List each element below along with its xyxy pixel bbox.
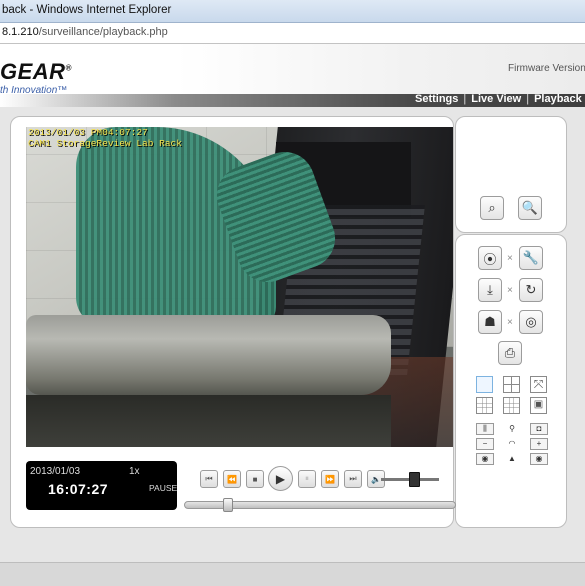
equalizer-icon[interactable]: ⫼ [476, 423, 494, 435]
focus-near-icon[interactable]: ◉ [476, 453, 494, 465]
gauge-icon[interactable]: ◠ [503, 438, 521, 450]
layout-custom-icon[interactable]: ▣ [530, 397, 547, 414]
zoom-search-icon: 🔍 [521, 200, 539, 215]
video-pillar-base [26, 395, 391, 447]
fullscreen-icon[interactable]: ⤧ [530, 376, 547, 393]
download-button[interactable]: ⤓ [478, 278, 502, 302]
playback-state: PAUSE [149, 483, 178, 493]
triangle-icon[interactable]: ▲ [503, 453, 521, 465]
playback-date: 2013/01/03 [30, 466, 81, 477]
nav-separator: | [463, 93, 467, 105]
wrench-button[interactable]: 🔧 [519, 246, 543, 270]
address-host: 8.1.210 [2, 26, 39, 38]
reel-icon: ⦿ [483, 251, 497, 267]
logo-text: GEAR [0, 59, 66, 84]
print-button[interactable]: ⎙ [498, 341, 522, 365]
layout-single-button[interactable] [476, 376, 493, 393]
snapshot-button[interactable]: ☗ [478, 310, 502, 334]
layout-quad-button[interactable] [503, 376, 520, 393]
pause-icon: ⏸ [305, 474, 309, 483]
playback-clock: 2013/01/03 1x 16:07:27 PAUSE [26, 461, 177, 510]
pause-button[interactable]: ⏸ [298, 470, 316, 488]
zoom-search-button[interactable]: 🔍 [518, 196, 542, 220]
layout-sixteen-button[interactable] [503, 397, 520, 414]
side-panel-top [455, 116, 567, 233]
layout-nine-button[interactable] [476, 397, 493, 414]
play-button[interactable]: ▶ [268, 466, 293, 491]
browser-titlebar: back - Windows Internet Explorer [0, 0, 585, 23]
nav-settings[interactable]: Settings [415, 93, 458, 105]
page-header: GEAR® th Innovation™ [0, 44, 585, 96]
playback-time: 16:07:27 [48, 481, 109, 497]
zoom-out-icon[interactable]: − [476, 438, 494, 450]
nav-playback[interactable]: Playback [534, 93, 582, 105]
skip-end-icon: ⏭ [349, 474, 357, 483]
video-frame[interactable]: 2013/01/03 PM04:07:27 CAM1 StorageReview… [26, 127, 453, 447]
disc-icon: ◎ [525, 314, 537, 329]
printer-icon: ⎙ [504, 345, 516, 360]
volume-icon: 🔈 [371, 474, 381, 484]
osd-camera-name: CAM1 StorageReview Lab Rack [28, 138, 182, 149]
refresh-icon: ↻ [525, 282, 537, 297]
disc-button[interactable]: ◎ [519, 310, 543, 334]
binoculars-button[interactable]: ⌕ [480, 196, 504, 220]
browser-statusbar [0, 562, 585, 586]
seek-knob[interactable] [223, 498, 234, 512]
snapshot-icon: ☗ [484, 314, 496, 329]
reel-button[interactable]: ⦿ [478, 246, 502, 270]
video-pillar [26, 315, 391, 395]
stop-button[interactable]: ■ [246, 470, 264, 488]
playback-speed: 1x [129, 466, 140, 477]
skip-start-icon: ⏮ [205, 474, 213, 483]
skip-end-button[interactable]: ⏭ [344, 470, 362, 488]
frame-icon[interactable]: ◘ [530, 423, 548, 435]
binoculars-icon: ⌕ [488, 200, 496, 215]
nav-separator: | [526, 93, 530, 105]
stop-icon: ■ [252, 474, 258, 484]
zoom-in-icon[interactable]: + [530, 438, 548, 450]
address-url[interactable]: 8.1.210/surveillance/playback.php [2, 26, 168, 38]
focus-far-icon[interactable]: ◉ [530, 453, 548, 465]
download-icon: ⤓ [487, 282, 493, 297]
window-title: back - Windows Internet Explorer [2, 4, 172, 16]
skip-start-button[interactable]: ⏮ [200, 470, 218, 488]
magnifier-icon[interactable]: ⚲ [503, 423, 521, 435]
step-back-button[interactable]: ⏪ [223, 470, 241, 488]
address-path: /surveillance/playback.php [38, 26, 168, 38]
times-separator: × [507, 317, 513, 328]
address-bar[interactable]: 8.1.210/surveillance/playback.php [0, 23, 585, 44]
wrench-icon: 🔧 [522, 250, 540, 265]
brand-logo: GEAR® [0, 59, 72, 85]
times-separator: × [507, 285, 513, 296]
video-osd: 2013/01/03 PM04:07:27 CAM1 StorageReview… [28, 127, 182, 149]
play-icon: ▶ [275, 471, 286, 486]
osd-timestamp: 2013/01/03 PM04:07:27 [28, 127, 148, 138]
refresh-button[interactable]: ↻ [519, 278, 543, 302]
firmware-version: Firmware Version: 1 [508, 63, 585, 74]
times-separator: × [507, 253, 513, 264]
nav-live-view[interactable]: Live View [471, 93, 521, 105]
step-back-icon: ⏪ [227, 474, 237, 484]
volume-knob[interactable] [409, 472, 420, 487]
main-nav: Settings|Live View|Playback|L [414, 93, 585, 108]
step-forward-button[interactable]: ⏩ [321, 470, 339, 488]
logo-mark: ® [65, 63, 72, 73]
transport-controls: ⏮ ⏪ ■ ▶ ⏸ ⏩ ⏭ 🔈 [195, 465, 453, 493]
step-forward-icon: ⏩ [325, 474, 335, 484]
